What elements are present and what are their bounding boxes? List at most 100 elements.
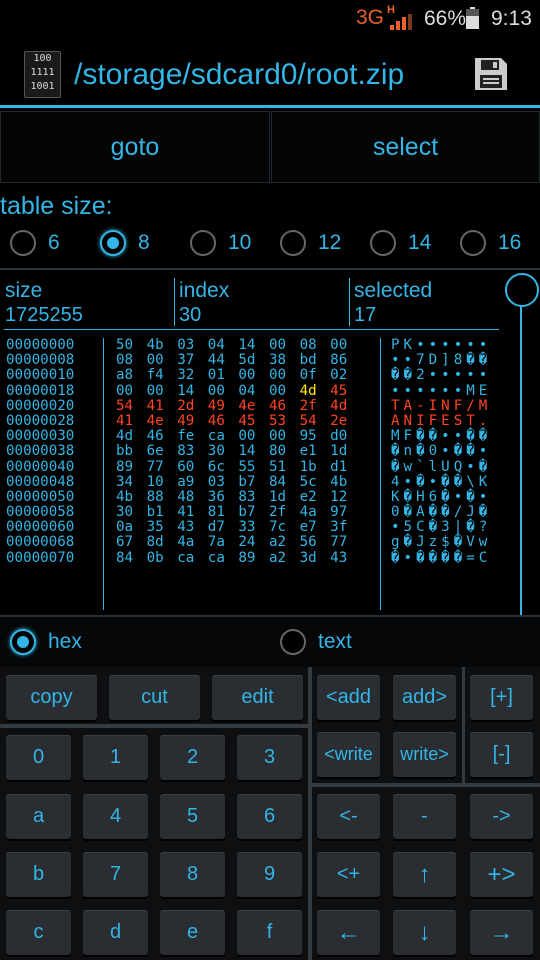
byte-cell[interactable]: 1b (300, 459, 331, 475)
mode-text-option[interactable]: text (280, 629, 352, 655)
byte-cell[interactable]: bd (300, 352, 331, 368)
byte-cell[interactable]: ca (177, 550, 208, 566)
arrow-down-icon[interactable]: ↓ (393, 910, 456, 955)
key-a[interactable]: a (6, 794, 71, 839)
byte-cell[interactable]: 53 (269, 413, 300, 429)
byte-cell[interactable]: 36 (208, 489, 239, 505)
byte-cell[interactable]: 3f (330, 520, 361, 535)
byte-cell[interactable]: f4 (147, 368, 178, 383)
byte-cell[interactable]: 4a (300, 504, 331, 520)
byte-cell[interactable]: 14 (177, 383, 208, 399)
table-size-option-14[interactable]: 14 (370, 230, 431, 256)
byte-cell[interactable]: 00 (238, 368, 269, 383)
byte-cell[interactable]: 08 (116, 352, 147, 368)
byte-cell[interactable]: 0a (116, 520, 147, 535)
byte-cell[interactable]: a9 (177, 474, 208, 490)
byte-cell[interactable]: 1d (330, 444, 361, 459)
key-5[interactable]: 5 (160, 794, 225, 839)
byte-cell[interactable]: 04 (238, 383, 269, 399)
byte-cell[interactable]: 3d (300, 550, 331, 566)
byte-cell[interactable]: 00 (269, 383, 300, 399)
byte-cell[interactable]: a2 (269, 535, 300, 550)
byte-cell[interactable]: 2f (300, 398, 331, 414)
arrow-up-icon[interactable]: ↑ (393, 852, 456, 897)
byte-cell[interactable]: 03 (177, 338, 208, 353)
byte-cell[interactable]: 60 (177, 459, 208, 475)
byte-cell[interactable]: d0 (330, 428, 361, 444)
key-2[interactable]: 2 (160, 735, 225, 780)
byte-cell[interactable]: 80 (269, 444, 300, 459)
byte-cell[interactable]: 34 (116, 474, 147, 490)
table-size-option-6[interactable]: 6 (10, 230, 60, 256)
hex-row[interactable]: 00000010 a8 f4 32 01 00 00 0f 02 ��2••••• (6, 368, 500, 383)
arrow-left-icon[interactable]: ← (317, 910, 380, 955)
byte-cell[interactable]: 00 (269, 428, 300, 444)
byte-cell[interactable]: ca (208, 428, 239, 444)
byte-cell[interactable]: 2f (269, 504, 300, 520)
delete-minus-button[interactable]: [-] (470, 732, 533, 777)
byte-cell[interactable]: d7 (208, 520, 239, 535)
hex-row[interactable]: 00000018 00 00 14 00 04 00 4d 45 ••••••ME (6, 383, 500, 399)
byte-cell[interactable]: 35 (147, 520, 178, 535)
byte-cell[interactable]: 5d (238, 352, 269, 368)
save-icon[interactable] (473, 56, 509, 92)
byte-cell[interactable]: 54 (116, 398, 147, 414)
byte-cell[interactable]: d1 (330, 459, 361, 475)
byte-cell[interactable]: 89 (116, 459, 147, 475)
table-size-option-8[interactable]: 8 (100, 230, 150, 256)
byte-cell[interactable]: a2 (269, 550, 300, 566)
key-7[interactable]: 7 (83, 852, 148, 897)
byte-cell[interactable]: 4b (116, 489, 147, 505)
byte-cell[interactable]: 8d (147, 535, 178, 550)
byte-cell[interactable]: 83 (238, 489, 269, 505)
byte-cell[interactable]: 46 (208, 413, 239, 429)
hex-row[interactable]: 00000070 84 0b ca ca 89 a2 3d 43 �•����=C (6, 550, 500, 566)
byte-cell[interactable]: 01 (208, 368, 239, 383)
hex-row[interactable]: 00000000 50 4b 03 04 14 00 08 00 PK•••••• (6, 338, 500, 353)
cursor-right-button[interactable]: -> (470, 794, 533, 839)
byte-cell[interactable]: 0f (300, 368, 331, 383)
key-c[interactable]: c (6, 910, 71, 955)
hex-row[interactable]: 00000048 34 10 a9 03 b7 84 5c 4b 4•�•��\K (6, 474, 500, 490)
key-d[interactable]: d (83, 910, 148, 955)
cut-button[interactable]: cut (109, 675, 200, 720)
byte-cell[interactable]: 2e (330, 413, 361, 429)
byte-cell[interactable]: a8 (116, 368, 147, 383)
byte-cell[interactable]: 33 (238, 520, 269, 535)
byte-cell[interactable]: 67 (116, 535, 147, 550)
byte-cell[interactable]: 12 (330, 489, 361, 505)
byte-cell[interactable]: 77 (147, 459, 178, 475)
byte-cell[interactable]: e1 (300, 444, 331, 459)
byte-cell[interactable]: 4a (177, 535, 208, 550)
byte-cell[interactable]: 41 (177, 504, 208, 520)
byte-cell[interactable]: 00 (238, 428, 269, 444)
byte-cell[interactable]: 44 (208, 352, 239, 368)
byte-cell[interactable]: b7 (238, 504, 269, 520)
byte-cell[interactable]: 83 (177, 444, 208, 459)
byte-cell[interactable]: 37 (177, 352, 208, 368)
byte-cell[interactable]: 41 (147, 398, 178, 414)
byte-cell[interactable]: 43 (177, 520, 208, 535)
byte-cell[interactable]: 00 (208, 383, 239, 399)
byte-cell[interactable]: 48 (177, 489, 208, 505)
byte-cell[interactable]: 4b (147, 338, 178, 353)
byte-cell[interactable]: 00 (147, 352, 178, 368)
byte-cell[interactable]: e2 (300, 489, 331, 505)
byte-cell[interactable]: 00 (116, 383, 147, 399)
byte-cell[interactable]: 1d (269, 489, 300, 505)
byte-cell[interactable]: 4e (238, 398, 269, 414)
byte-cell[interactable]: 49 (177, 413, 208, 429)
byte-cell[interactable]: 54 (300, 413, 331, 429)
cursor-minus-button[interactable]: - (393, 794, 456, 839)
byte-cell[interactable]: 02 (330, 368, 361, 383)
byte-cell[interactable]: 7c (269, 520, 300, 535)
byte-cell[interactable]: 4b (330, 474, 361, 490)
key-4[interactable]: 4 (83, 794, 148, 839)
key-9[interactable]: 9 (237, 852, 302, 897)
key-f[interactable]: f (237, 910, 302, 955)
insert-plus-button[interactable]: [+] (470, 675, 533, 720)
select-button[interactable]: select (271, 111, 540, 183)
byte-cell[interactable]: 30 (116, 504, 147, 520)
byte-cell[interactable]: 30 (208, 444, 239, 459)
arrow-right-icon[interactable]: → (470, 910, 533, 955)
